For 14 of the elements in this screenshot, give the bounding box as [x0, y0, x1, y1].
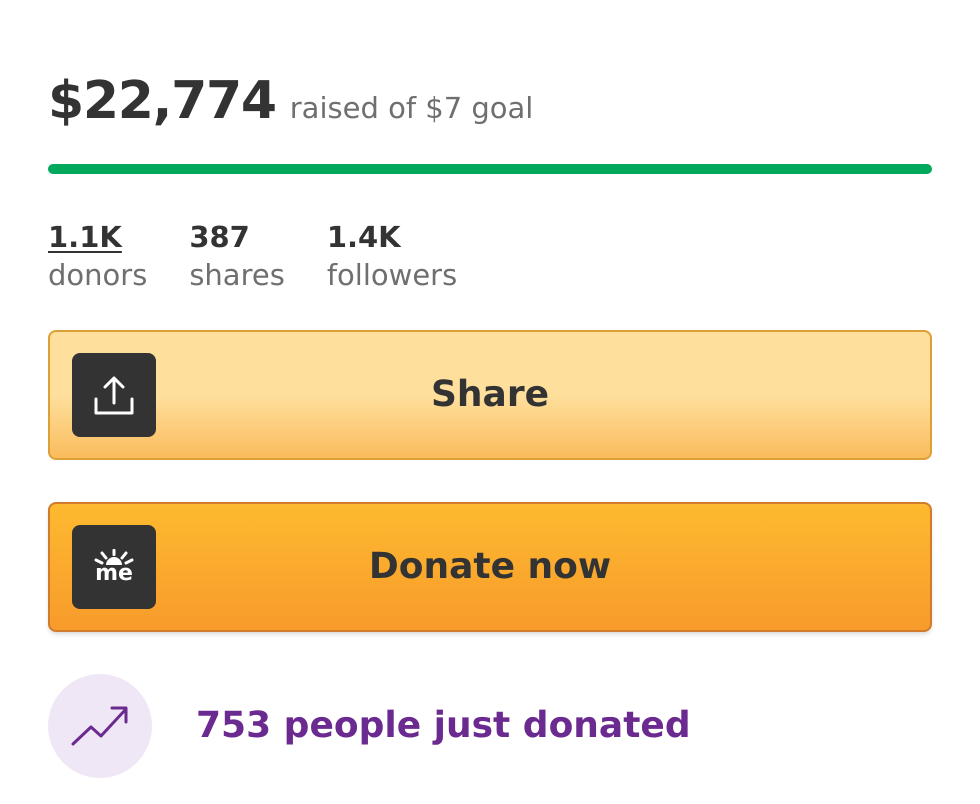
stat-value: 1.4K [326, 219, 401, 256]
sun-rays-icon [94, 549, 134, 565]
donate-button[interactable]: me Donate now [48, 502, 932, 632]
stat-label: donors [48, 257, 148, 294]
amount-raised: $22,774 [48, 70, 276, 133]
donation-activity-text: 753 people just donated [196, 704, 691, 748]
logo-text: me [95, 563, 133, 585]
goal-text: raised of $7 goal [290, 90, 534, 127]
stat-value-link[interactable]: 1.1K [48, 218, 122, 256]
share-button[interactable]: Share [48, 330, 932, 460]
stat-label: followers [326, 257, 458, 294]
stat-value: 387 [189, 219, 250, 256]
trending-up-icon [70, 704, 130, 748]
stat-label: shares [189, 257, 285, 294]
